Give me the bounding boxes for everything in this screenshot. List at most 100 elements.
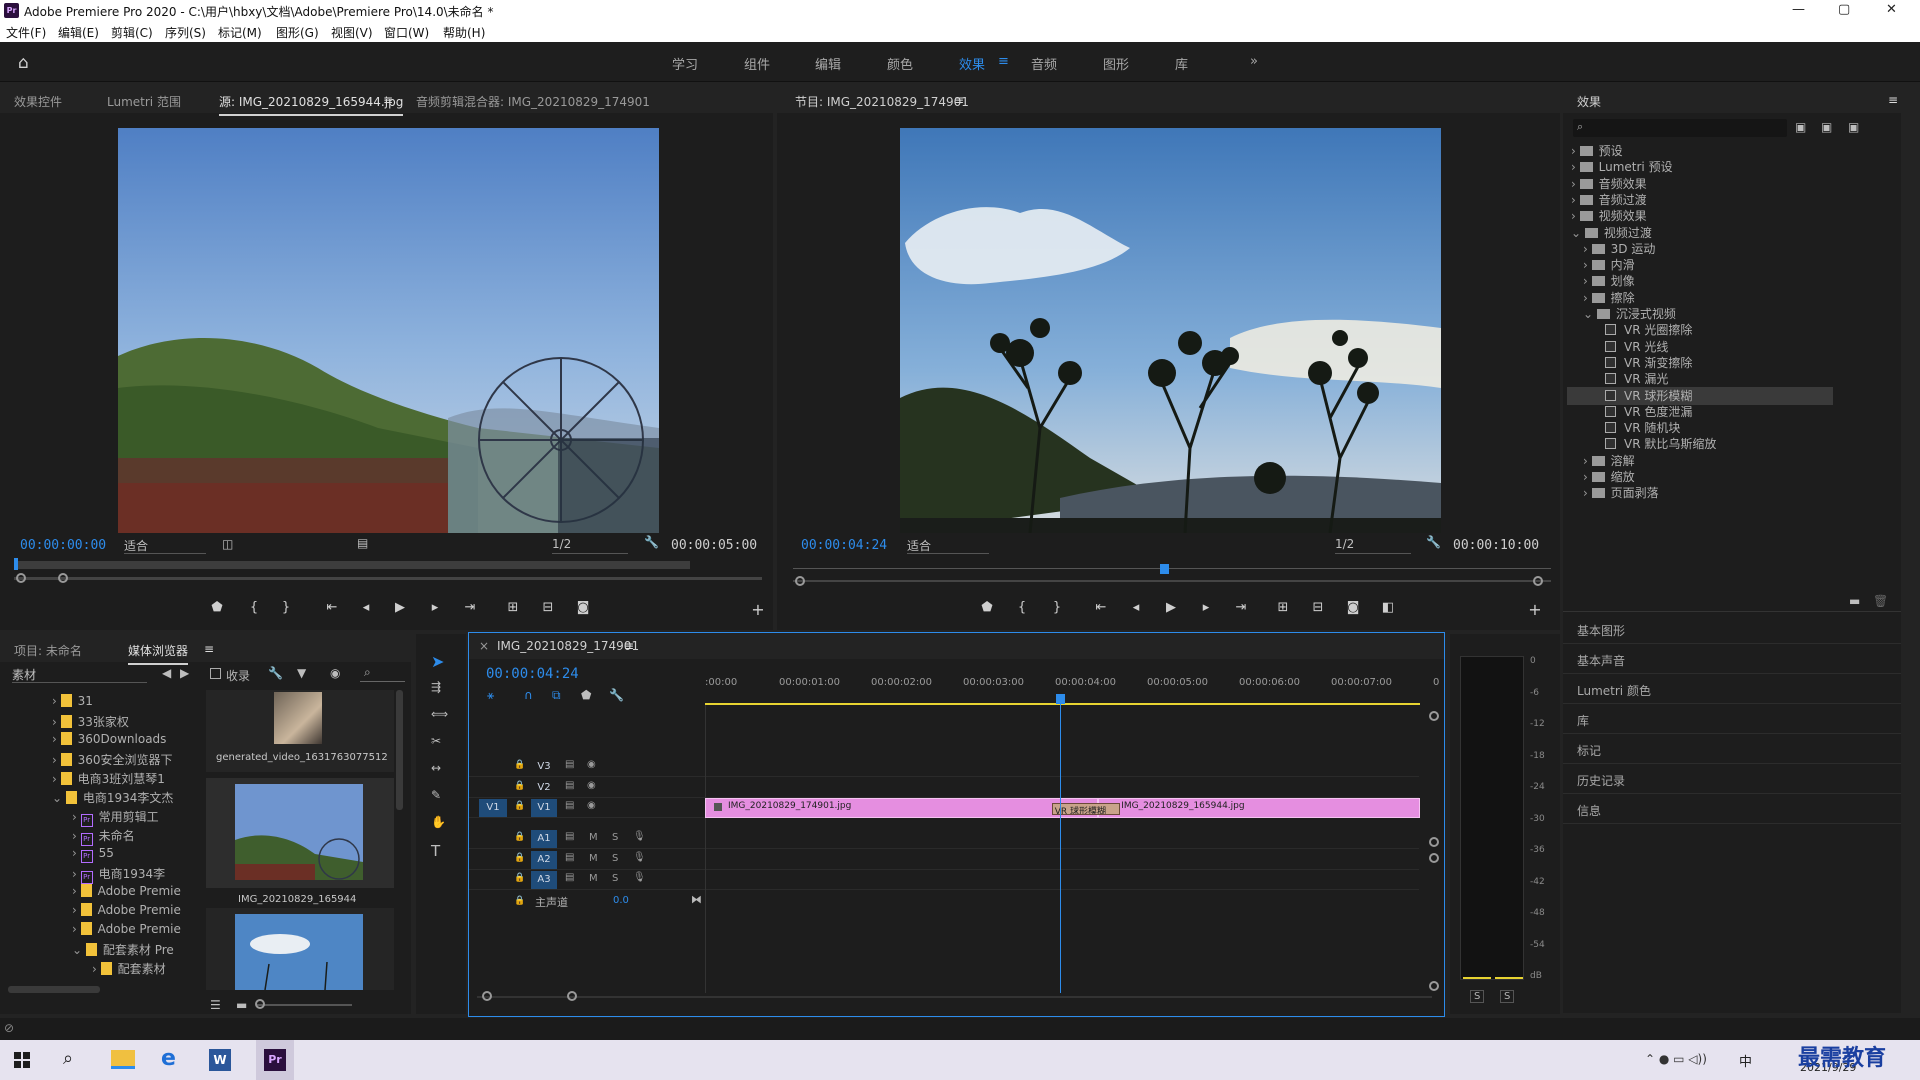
source-wrench-icon[interactable]: 🔧 [644,535,659,549]
program-zoom-bar[interactable] [793,580,1551,582]
chevron-right-icon[interactable]: › [1571,209,1580,223]
timeline-zoom-handle-right[interactable] [567,991,577,1001]
new-bin-icon[interactable]: ▬ [1849,594,1860,608]
home-icon[interactable]: ⌂ [18,53,29,73]
chevron-right-icon[interactable]: › [1571,160,1580,174]
track-target-v2[interactable]: V2 [531,779,557,797]
source-step-back-button[interactable]: ◂ [356,600,376,615]
chevron-right-icon[interactable]: › [1583,454,1592,468]
video-scroll-handle-bottom[interactable] [1429,837,1439,847]
project-tab-menu-icon[interactable]: ≡ [204,642,214,656]
chevron-right-icon[interactable]: › [72,829,81,843]
program-zoom-handle-right[interactable] [1533,576,1543,586]
menu-sequence[interactable]: 序列(S) [165,24,206,41]
tab-effects[interactable]: 效果 [1577,93,1601,110]
chevron-right-icon[interactable]: › [52,715,61,729]
master-expand-icon[interactable]: ⧓ [691,893,702,906]
yuv-effects-icon[interactable]: ▣ [1848,120,1859,134]
ime-indicator[interactable]: 中 [1739,1051,1752,1070]
ripple-edit-tool-icon[interactable]: ⟺ [431,707,448,721]
razor-tool-icon[interactable]: ✂ [431,734,441,748]
source-settings-icon[interactable]: ◫ [222,537,233,551]
solo-track-button[interactable]: S [612,853,618,864]
program-zoom-handle-left[interactable] [795,576,805,586]
track-lock-icon[interactable]: 🔒 [514,832,525,842]
pen-tool-icon[interactable]: ✎ [431,788,441,802]
tab-lumetri-scopes[interactable]: Lumetri 范围 [107,93,181,110]
program-mark-out-button[interactable]: } [1047,600,1067,615]
chevron-right-icon[interactable]: › [1583,242,1592,256]
program-add-marker-button[interactable]: ⬟ [977,600,997,615]
hand-tool-icon[interactable]: ✋ [431,815,446,829]
effects-panel-menu-icon[interactable]: ≡ [1888,93,1898,107]
source-overwrite-button[interactable]: ⊟ [538,600,558,615]
mute-track-button[interactable]: M [589,873,598,884]
solo-track-button[interactable]: S [612,832,618,843]
type-tool-icon[interactable]: T [431,842,440,860]
track-lock-icon[interactable]: 🔒 [514,853,525,863]
ingest-settings-wrench-icon[interactable]: 🔧 [268,666,283,680]
program-play-button[interactable]: ▶ [1161,600,1181,615]
program-tab-menu-icon[interactable]: ≡ [954,93,964,107]
audio-scroll-handle-top[interactable] [1429,853,1439,863]
menu-graphics[interactable]: 图形(G) [276,24,319,41]
source-play-button[interactable]: ▶ [390,600,410,615]
chevron-down-icon[interactable]: ⌄ [72,943,86,957]
menu-clip[interactable]: 剪辑(C) [111,24,153,41]
timeline-zoom-handle-left[interactable] [482,991,492,1001]
icon-view-icon[interactable]: ▬ [236,998,247,1012]
program-playhead[interactable] [1160,564,1170,574]
chevron-right-icon[interactable]: › [1571,144,1580,158]
source-insert-button[interactable]: ⊞ [503,600,523,615]
chevron-right-icon[interactable]: › [72,903,81,917]
program-timecode[interactable]: 00:00:04:24 [801,538,887,553]
effects-tree-item[interactable]: › 划像 [1583,272,1893,290]
chevron-right-icon[interactable]: › [1571,177,1580,191]
source-time-ruler[interactable] [14,561,690,569]
chevron-right-icon[interactable]: › [72,810,81,824]
workspace-learn[interactable]: 学习 [672,54,698,73]
track-target-a3[interactable]: A3 [531,871,557,889]
media-tree-item[interactable]: ⌄ 配套素材 Pre [72,941,174,959]
program-lift-button[interactable]: ⊞ [1273,600,1293,615]
timeline-timecode[interactable]: 00:00:04:24 [486,666,579,682]
media-tree-item[interactable]: › Adobe Premie [72,903,181,921]
32bit-effects-icon[interactable]: ▣ [1821,120,1832,134]
audio-scroll-handle-bottom[interactable] [1429,981,1439,991]
track-target-v3[interactable]: V3 [531,758,557,776]
effects-tree-item[interactable]: VR 漏光 [1595,370,1893,388]
chevron-right-icon[interactable]: › [52,694,61,708]
track-target-a1[interactable]: A1 [531,830,557,848]
voice-over-mic-icon[interactable]: 🎙 [633,872,646,883]
timeline-clip[interactable]: IMG_20210829_165944.jpg [1098,798,1420,818]
effects-tree-item[interactable]: VR 光圈擦除 [1595,321,1893,339]
track-target-v1[interactable]: V1 [531,799,557,817]
menu-marker[interactable]: 标记(M) [218,24,262,41]
master-volume-value[interactable]: 0.0 [613,895,629,906]
effects-tree-item[interactable]: VR 光线 [1595,338,1893,356]
chevron-right-icon[interactable]: › [72,922,81,936]
media-tree-item[interactable]: › 配套素材 [92,960,166,978]
media-tree-item[interactable]: › 电商3班刘慧琴1 [52,770,165,788]
maximize-button[interactable]: ▢ [1838,2,1850,17]
workspace-graphics[interactable]: 图形 [1103,54,1129,73]
delete-icon[interactable]: 🗑 [1873,594,1888,608]
panel-section-header[interactable]: 基本图形 [1563,615,1901,644]
sync-lock-icon[interactable]: ▤ [565,780,574,791]
workspace-assembly[interactable]: 组件 [744,54,770,73]
edge-browser-icon[interactable]: e [161,1046,176,1071]
source-zoom-bar[interactable] [14,577,762,580]
workspace-menu-icon[interactable]: ≡ [998,54,1009,69]
sync-lock-icon[interactable]: ▤ [565,831,574,842]
source-patch-v1[interactable]: V1 [479,799,507,817]
program-wrench-icon[interactable]: 🔧 [1426,535,1441,549]
media-tree-item[interactable]: › 360安全浏览器下 [52,751,173,769]
meter-solo-right[interactable]: S [1500,990,1515,1003]
workspace-audio[interactable]: 音频 [1031,54,1057,73]
chevron-right-icon[interactable]: › [52,732,61,746]
voice-over-mic-icon[interactable]: 🎙 [633,852,646,863]
effects-tree-item[interactable]: › 页面剥落 [1583,484,1893,502]
effects-tree-item[interactable]: › 音频效果 [1571,175,1893,193]
media-tree-item[interactable]: › Pr 常用剪辑工 [72,808,159,827]
menu-view[interactable]: 视图(V) [331,24,373,41]
